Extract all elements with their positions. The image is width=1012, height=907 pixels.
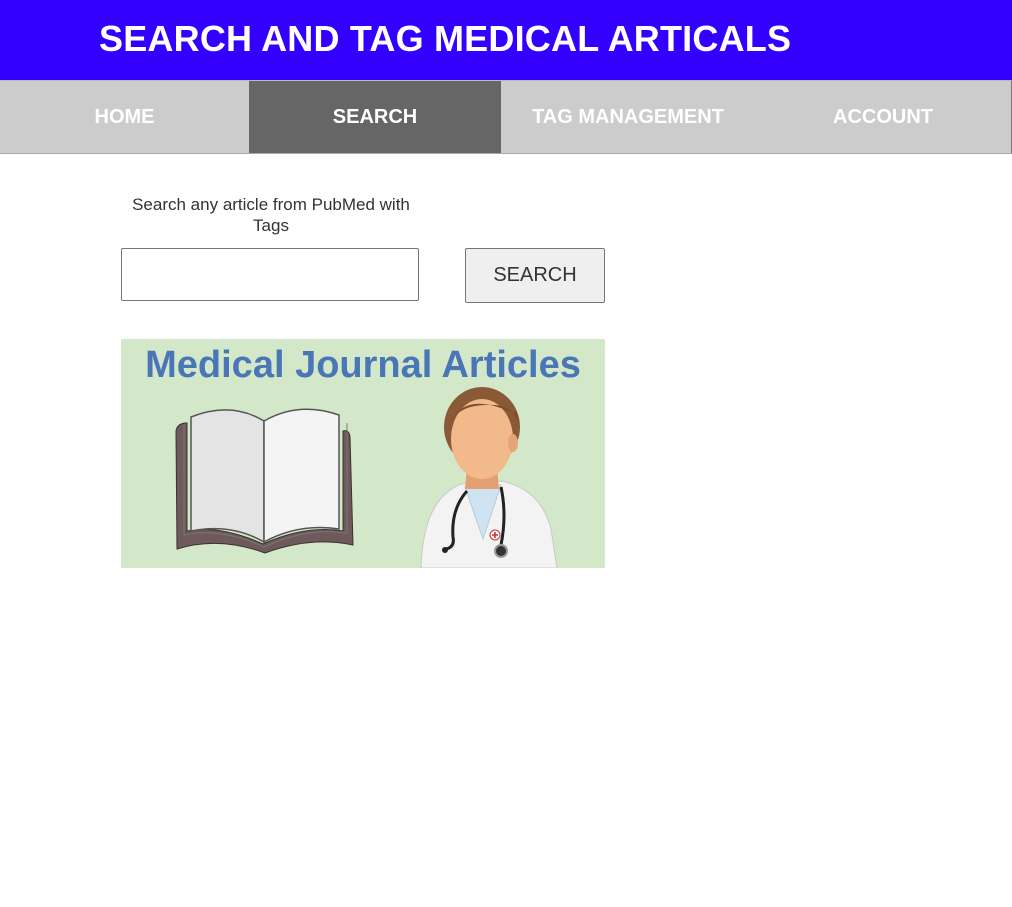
open-book-icon (175, 408, 354, 554)
main-nav: HOME SEARCH TAG MANAGEMENT ACCOUNT (0, 80, 1012, 154)
nav-item-account[interactable]: ACCOUNT (755, 81, 1011, 153)
nav-item-tag-management[interactable]: TAG MANAGEMENT (501, 81, 755, 153)
app-header: SEARCH AND TAG MEDICAL ARTICALS (0, 0, 1012, 80)
doctor-icon (420, 387, 558, 568)
medical-journal-banner: Medical Journal Articles (121, 339, 605, 568)
search-caption: Search any article from PubMed with Tags (132, 195, 410, 235)
app-title: SEARCH AND TAG MEDICAL ARTICALS (99, 18, 792, 59)
nav-item-home[interactable]: HOME (0, 81, 249, 153)
nav-item-search[interactable]: SEARCH (249, 81, 501, 153)
search-input[interactable] (121, 248, 419, 301)
search-button[interactable]: SEARCH (465, 248, 605, 303)
banner-title: Medical Journal Articles (145, 344, 581, 386)
